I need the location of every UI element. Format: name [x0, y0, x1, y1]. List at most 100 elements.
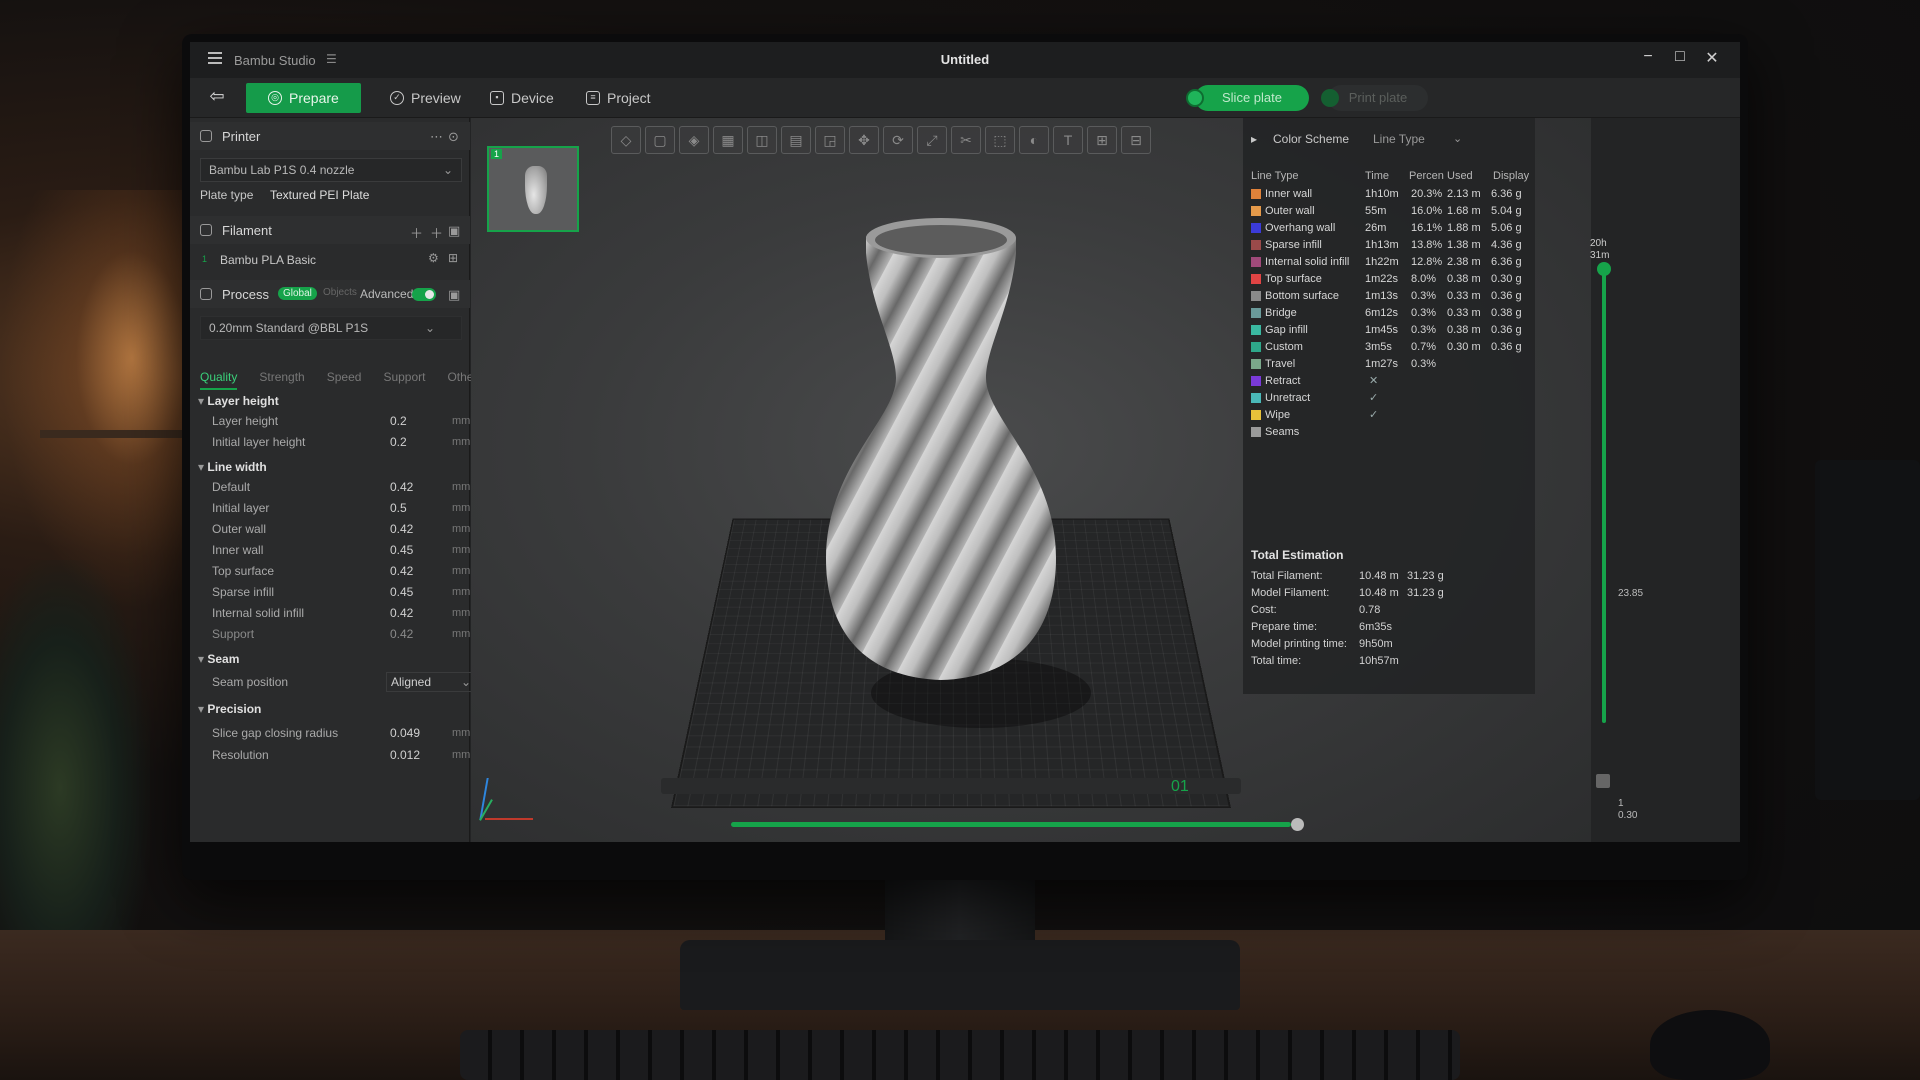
layer-height-input[interactable]: 0.2 [390, 414, 407, 428]
layer-height-unit: mm [452, 415, 471, 427]
slice-plate-button[interactable]: Slice plate [1195, 85, 1309, 111]
printer-edit-icon[interactable]: ⋯ [430, 129, 443, 145]
subtab-speed[interactable]: Speed [327, 370, 362, 390]
subtab-support[interactable]: Support [383, 370, 425, 390]
slider-bottom-layer: 1 [1618, 798, 1624, 809]
legend-row[interactable]: Overhang wall 26m 16.1% 1.88 m 5.06 g [1251, 220, 1531, 237]
legend-color-swatch [1251, 342, 1261, 352]
legend-row[interactable]: Top surface 1m22s 8.0% 0.38 m 0.30 g [1251, 271, 1531, 288]
lw-support-input[interactable]: 0.42 [390, 627, 413, 641]
vertical-layer-slider[interactable]: 20h 31m 23.85 1 0.30 [1588, 118, 1648, 842]
add-plate-icon[interactable]: ▢ [645, 126, 675, 154]
legend-row[interactable]: Gap infill 1m45s 0.3% 0.38 m 0.36 g [1251, 322, 1531, 339]
group-precision[interactable]: Precision [198, 702, 261, 716]
group-layer-height[interactable]: Layer height [198, 394, 278, 408]
legend-row[interactable]: Bottom surface 1m13s 0.3% 0.33 m 0.36 g [1251, 288, 1531, 305]
group-seam[interactable]: Seam [198, 652, 239, 666]
text-icon[interactable]: T [1053, 126, 1083, 154]
subtab-quality[interactable]: Quality [200, 370, 238, 390]
lw-support-unit: mm [452, 628, 471, 640]
rotate-icon[interactable]: ⟳ [883, 126, 913, 154]
horizontal-slider-knob[interactable] [1291, 818, 1304, 831]
scale-icon[interactable]: ⤢ [917, 126, 947, 154]
back-arrow-icon[interactable]: ⇦ [204, 86, 230, 110]
lw-top-surface-input[interactable]: 0.42 [390, 564, 413, 578]
advanced-toggle[interactable] [412, 288, 436, 301]
filament-settings-icon[interactable]: ▣ [448, 223, 460, 239]
slice-gap-input[interactable]: 0.049 [390, 726, 420, 740]
cut-icon[interactable]: ✂ [951, 126, 981, 154]
assembly-icon[interactable]: ⊟ [1121, 126, 1151, 154]
process-objects-toggle[interactable]: Objects [323, 287, 357, 298]
estimation-k: Model printing time: [1251, 638, 1347, 650]
minimize-button[interactable]: − [1636, 48, 1660, 66]
legend-used-grams: 4.36 g [1491, 239, 1522, 251]
add-filament-icon[interactable]: ＋ [410, 223, 423, 242]
lw-sparse-infill-input[interactable]: 0.45 [390, 585, 413, 599]
view-icon[interactable]: ◲ [815, 126, 845, 154]
process-preset-select[interactable]: 0.20mm Standard @BBL P1S ⌄ [200, 316, 462, 340]
estimation-k: Total Filament: [1251, 570, 1323, 582]
lw-internal-solid-input[interactable]: 0.42 [390, 606, 413, 620]
vase-model[interactable] [771, 198, 1111, 718]
layer-slider-track[interactable] [1602, 268, 1606, 723]
support-paint-icon[interactable]: ⬚ [985, 126, 1015, 154]
plate-thumbnail[interactable]: 1 [487, 146, 579, 232]
tab-project[interactable]: ≡ Project [564, 83, 673, 113]
maximize-button[interactable]: □ [1668, 48, 1692, 66]
lw-outer-wall-input[interactable]: 0.42 [390, 522, 413, 536]
legend-color-swatch [1251, 189, 1261, 199]
seam-position-select[interactable]: Aligned ⌄ [386, 672, 478, 692]
lw-initial-layer-input[interactable]: 0.5 [390, 501, 407, 515]
layer-slider-top-knob[interactable] [1597, 262, 1611, 276]
horizontal-layer-slider[interactable] [731, 822, 1291, 827]
initial-layer-height-input[interactable]: 0.2 [390, 435, 407, 449]
legend-row[interactable]: Custom 3m5s 0.7% 0.30 m 0.36 g [1251, 339, 1531, 356]
seam-paint-icon[interactable]: ◐ [1019, 126, 1049, 154]
tab-preview[interactable]: ✓ Preview [368, 83, 483, 113]
lw-default-input[interactable]: 0.42 [390, 480, 413, 494]
process-global-toggle[interactable]: Global [278, 287, 317, 300]
printer-select[interactable]: Bambu Lab P1S 0.4 nozzle ⌄ [200, 158, 462, 182]
orient-icon[interactable]: ◈ [679, 126, 709, 154]
legend-color-swatch [1251, 308, 1261, 318]
close-button[interactable]: ✕ [1700, 48, 1724, 68]
split-icon[interactable]: ◫ [747, 126, 777, 154]
plate-type-select[interactable]: Textured PEI Plate [270, 188, 369, 202]
filament-name[interactable]: Bambu PLA Basic [220, 253, 316, 267]
layer-slider-settings-icon[interactable] [1596, 774, 1610, 788]
filament-edit-icon[interactable]: ⚙ [428, 251, 439, 265]
group-line-width[interactable]: Line width [198, 460, 266, 474]
process-settings-icon[interactable]: ▣ [448, 287, 460, 303]
legend-row[interactable]: Unretract ✓ [1251, 390, 1531, 407]
print-plate-button[interactable]: Print plate [1328, 85, 1428, 111]
legend-row[interactable]: Internal solid infill 1h22m 12.8% 2.38 m 6.3… [1251, 254, 1531, 271]
legend-row[interactable]: Seams [1251, 424, 1531, 441]
resolution-input[interactable]: 0.012 [390, 748, 420, 762]
layout-icon[interactable]: ▤ [781, 126, 811, 154]
filament-sync-icon[interactable]: ⊞ [448, 251, 458, 265]
lw-inner-wall-input[interactable]: 0.45 [390, 543, 413, 557]
legend-row[interactable]: Inner wall 1h10m 20.3% 2.13 m 6.36 g [1251, 186, 1531, 203]
legend-row[interactable]: Bridge 6m12s 0.3% 0.33 m 0.38 g [1251, 305, 1531, 322]
printer-section-header[interactable]: Printer ⋯ ⊙ [190, 122, 470, 150]
legend-percent: 16.1% [1411, 222, 1443, 234]
color-scheme-select[interactable]: Line Type [1373, 132, 1425, 146]
tab-prepare[interactable]: ◎ Prepare [246, 83, 361, 113]
tab-device[interactable]: ▪ Device [468, 83, 576, 113]
measure-icon[interactable]: ⊞ [1087, 126, 1117, 154]
legend-row[interactable]: Outer wall 55m 16.0% 1.68 m 5.04 g [1251, 203, 1531, 220]
remove-filament-icon[interactable]: ＋ [430, 223, 443, 242]
move-icon[interactable]: ✥ [849, 126, 879, 154]
legend-row[interactable]: Wipe ✓ [1251, 407, 1531, 424]
legend-used-grams: 5.04 g [1491, 205, 1522, 217]
add-object-icon[interactable]: ◇ [611, 126, 641, 154]
legend-collapse-icon[interactable]: ▸ [1251, 132, 1257, 146]
legend-row[interactable]: Retract ✕ [1251, 373, 1531, 390]
legend-row[interactable]: Sparse infill 1h13m 13.8% 1.38 m 4.36 g [1251, 237, 1531, 254]
main-toolbar: ⇦ ◎ Prepare ✓ Preview ▪ Device ≡ Project… [190, 78, 1740, 118]
printer-settings-icon[interactable]: ⊙ [448, 129, 459, 145]
arrange-icon[interactable]: ▦ [713, 126, 743, 154]
legend-row[interactable]: Travel 1m27s 0.3% [1251, 356, 1531, 373]
subtab-strength[interactable]: Strength [259, 370, 304, 390]
